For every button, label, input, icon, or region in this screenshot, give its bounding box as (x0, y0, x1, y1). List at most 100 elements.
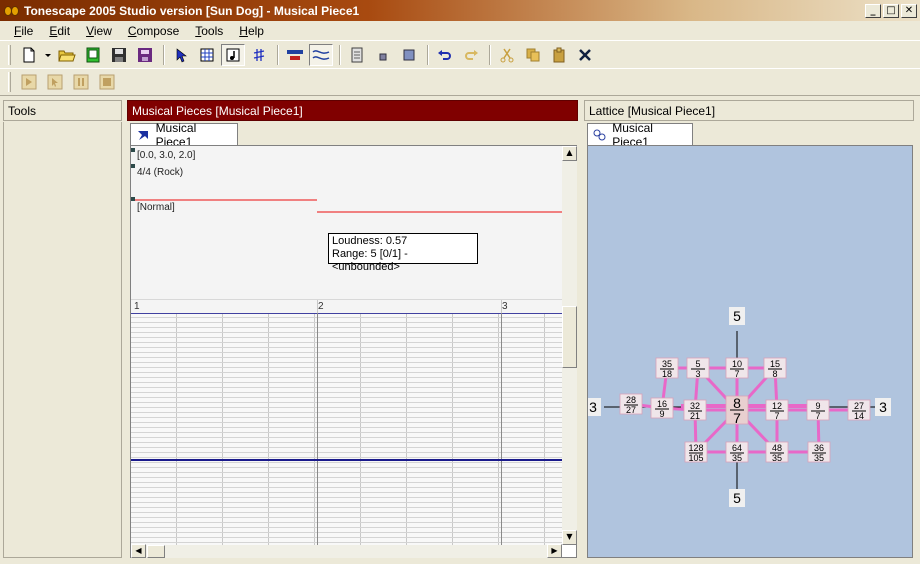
new-icon (23, 47, 35, 62)
measure-number: 2 (318, 301, 324, 312)
lattice-node-numerator: 35 (662, 359, 672, 369)
tempo-marker[interactable] (131, 148, 135, 152)
lattice-node-numerator: 15 (770, 359, 780, 369)
scroll-up-button[interactable]: ▲ (562, 146, 577, 161)
horizontal-scrollbar[interactable]: ◀ ▶ (131, 544, 562, 558)
undo-button[interactable] (433, 44, 457, 66)
menu-file[interactable]: File (6, 24, 41, 38)
step-button[interactable] (43, 71, 67, 93)
window-title: Tonescape 2005 Studio version [Sun Dog] … (24, 3, 360, 18)
lattice-node-denominator: 7 (815, 411, 820, 421)
delete-button[interactable] (573, 44, 597, 66)
playhead-line[interactable] (131, 459, 562, 461)
lattice-node-numerator: 9 (815, 401, 820, 411)
title-bar: Tonescape 2005 Studio version [Sun Dog] … (0, 0, 920, 21)
vertical-scroll-thumb[interactable] (562, 306, 577, 368)
close-button[interactable]: ✕ (901, 3, 917, 18)
scroll-left-button[interactable]: ◀ (131, 544, 146, 558)
square-button[interactable] (397, 44, 421, 66)
piece-icon (138, 130, 148, 140)
tools-pane-header: Tools (3, 100, 122, 121)
new-button[interactable] (17, 44, 41, 66)
lattice-pane-header: Lattice [Musical Piece1] (584, 100, 914, 121)
paste-button[interactable] (547, 44, 571, 66)
open-button[interactable] (55, 44, 79, 66)
meter-marker[interactable] (131, 164, 135, 168)
lattice-diagram[interactable]: 553 3351853107158282716932211279727141281… (588, 146, 913, 558)
main-toolbar (0, 40, 920, 68)
tab-lattice[interactable]: Musical Piece1 (587, 121, 693, 149)
dynamics-label: [Normal] (137, 202, 175, 213)
loudness-tooltip: Loudness: 0.57 Range: 5 [0/1] - <unbound… (328, 233, 478, 273)
menu-view[interactable]: View (78, 24, 120, 38)
toolbar-separator (339, 44, 341, 65)
sharp-tool-button[interactable] (247, 44, 271, 66)
green-file-button[interactable] (81, 44, 105, 66)
lattice-node-numerator: 5 (695, 359, 700, 369)
lattice-center-node-denominator: 7 (733, 410, 741, 426)
redo-button[interactable] (459, 44, 483, 66)
wave-icon (312, 49, 330, 60)
menu-bar: File Edit View Compose Tools Help (0, 21, 920, 40)
copy-button[interactable] (521, 44, 545, 66)
lattice-node-numerator: 28 (626, 395, 636, 405)
cut-button[interactable] (495, 44, 519, 66)
new-dropdown-button[interactable] (43, 44, 53, 66)
document-button[interactable] (345, 44, 369, 66)
stop-button[interactable] (95, 71, 119, 93)
axis-label-bottom: 5 (733, 490, 741, 506)
musical-pieces-pane-header: Musical Pieces [Musical Piece1] (127, 100, 578, 121)
minimize-button[interactable]: _ (865, 3, 881, 18)
save-all-icon (138, 47, 152, 62)
lattice-node-denominator: 3 (695, 369, 700, 379)
dropdown-arrow-icon (45, 53, 51, 57)
lattice-node-denominator: 7 (734, 369, 739, 379)
lattice-node-denominator: 21 (690, 411, 700, 421)
measure-ruler[interactable]: 1 2 3 (131, 299, 562, 314)
lattice-node-numerator: 64 (732, 443, 742, 453)
select-tool-button[interactable] (169, 44, 193, 66)
small-square-button[interactable] (371, 44, 395, 66)
cut-icon (500, 48, 514, 62)
save-icon (112, 47, 126, 62)
note-grid[interactable] (131, 313, 562, 545)
lattice-node-numerator: 128 (688, 443, 703, 453)
loudness-line-segment[interactable] (317, 211, 562, 213)
note-tool-button[interactable] (221, 43, 245, 66)
vertical-scrollbar[interactable]: ▲ ▼ (562, 146, 577, 545)
horizontal-scroll-thumb[interactable] (147, 545, 165, 558)
pause-button[interactable] (69, 71, 93, 93)
grid-tool-button[interactable] (195, 44, 219, 66)
save-all-button[interactable] (133, 44, 157, 66)
axis-label-top: 5 (733, 308, 741, 324)
save-button[interactable] (107, 44, 131, 66)
scroll-down-button[interactable]: ▼ (562, 530, 577, 545)
measure-line (501, 313, 502, 545)
loudness-line-segment[interactable] (135, 199, 317, 201)
align-tool-button[interactable] (283, 44, 307, 66)
lattice-node-denominator: 18 (662, 369, 672, 379)
menu-edit[interactable]: Edit (41, 24, 78, 38)
wave-tool-button[interactable] (309, 43, 333, 66)
menu-help[interactable]: Help (231, 24, 272, 38)
tooltip-range: Range: 5 [0/1] - <unbounded> (332, 248, 408, 273)
track-header-area[interactable]: [0.0, 3.0, 2.0] 4/4 (Rock) [Normal] Loud… (131, 146, 562, 299)
lattice-node-numerator: 16 (657, 399, 667, 409)
scroll-right-button[interactable]: ▶ (547, 544, 562, 558)
lattice-view[interactable]: 5 5 3 3 35 18 5 3 10 7 15 8 28 27 16 9 32 21 12 7 9 7 27 14 128 1… (587, 145, 913, 558)
tab-musical-piece[interactable]: Musical Piece1 (130, 121, 238, 149)
maximize-button[interactable]: □ (883, 3, 899, 18)
menu-tools[interactable]: Tools (187, 24, 231, 38)
redo-icon (465, 49, 478, 60)
app-icon[interactable] (4, 4, 20, 18)
menu-compose[interactable]: Compose (120, 24, 187, 38)
toolbar-grip[interactable] (8, 72, 11, 92)
lattice-node-denominator: 8 (772, 369, 777, 379)
measure-number: 1 (134, 301, 140, 312)
lattice-node-denominator: 14 (854, 411, 864, 421)
transport-toolbar (0, 68, 920, 96)
toolbar-separator (489, 44, 491, 65)
toolbar-grip[interactable] (8, 44, 11, 65)
square-icon (403, 49, 415, 60)
play-button[interactable] (17, 71, 41, 93)
